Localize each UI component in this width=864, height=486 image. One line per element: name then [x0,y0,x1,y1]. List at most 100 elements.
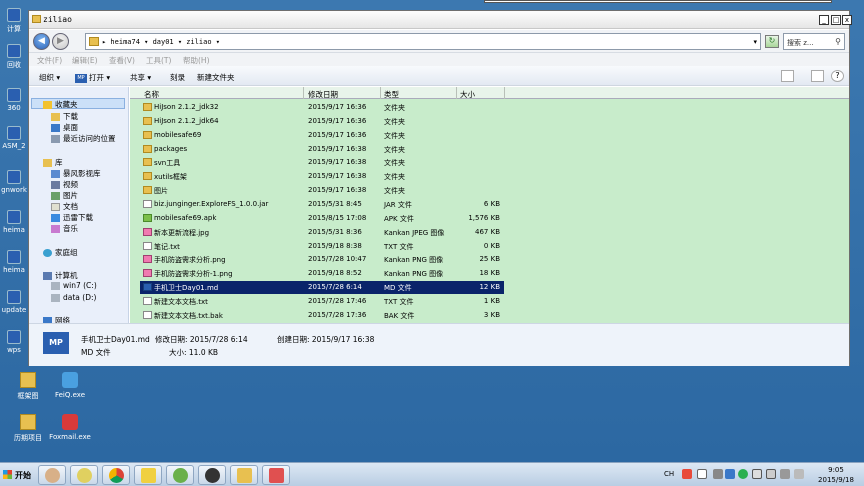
file-size: 0 KB [483,241,500,250]
new-folder-button[interactable]: 新建文件夹 [197,72,235,83]
start-button[interactable]: 开始 [2,466,34,484]
network-tray-icon[interactable] [780,469,790,479]
table-row[interactable]: HiJson 2.1.2_jdk64 2015/9/17 16:36 文件夹 [140,115,504,128]
nav-baofeng[interactable]: 暴风影视库 [51,168,101,179]
nav-library[interactable]: 库 [43,157,63,168]
table-row[interactable]: 笔记.txt 2015/9/18 8:38 TXT 文件 0 KB [140,240,504,253]
share-button[interactable]: 共享 ▾ [130,72,151,83]
close-button[interactable]: x [842,15,852,25]
desktop-icon-left[interactable]: 360 [0,88,28,112]
table-row[interactable]: mobilesafe69 2015/9/17 16:36 文件夹 [140,129,504,142]
open-button[interactable]: MP 打开 ▾ [75,72,110,83]
organize-button[interactable]: 组织 ▾ [39,72,60,83]
desktop-icon-left[interactable]: ASM_2 [0,126,28,150]
menu-view[interactable]: 查看(V) [109,55,135,66]
image-icon [143,269,152,278]
language-indicator[interactable]: CH [664,470,674,478]
nav-documents[interactable]: 文档 [51,201,78,212]
maximize-button[interactable]: □ [831,15,841,25]
view-options-icon[interactable] [781,70,794,82]
desktop-icon-left[interactable]: heima [0,210,28,234]
desktop-icon-left[interactable]: update [0,290,28,314]
table-row[interactable]: 手机卫士Day01.md 2015/7/28 6:14 MD 文件 12 KB [140,281,504,295]
search-input[interactable]: 搜索 z... ⚲ [783,33,845,50]
nav-downloads[interactable]: 下载 [51,111,78,122]
nav-xunlei[interactable]: 迅雷下载 [51,212,93,223]
column-date[interactable]: 修改日期 [308,89,338,100]
column-size[interactable]: 大小 [460,89,475,100]
taskbar-app-braces[interactable] [166,465,194,485]
md-icon [143,283,152,292]
drive-icon [51,282,60,290]
taskbar-app-paint[interactable] [70,465,98,485]
burn-button[interactable]: 刻录 [170,72,185,83]
app-icon [7,8,21,22]
security-icon[interactable] [738,469,748,479]
feiq-icon [62,372,78,388]
table-row[interactable]: 新建文本文档.txt.bak 2015/7/28 17:36 BAK 文件 3 KB [140,309,504,322]
table-row[interactable]: 新建文本文档.txt 2015/7/28 17:46 TXT 文件 1 KB [140,295,504,308]
sogou-icon[interactable] [682,469,692,479]
menu-file[interactable]: 文件(F) [37,55,62,66]
qq-icon[interactable] [697,469,707,479]
table-row[interactable]: mobilesafe69.apk 2015/8/15 17:08 APK 文件 1,5… [140,212,504,225]
table-row[interactable]: xutils框架 2015/9/17 16:38 文件夹 [140,170,504,183]
preview-pane-icon[interactable] [811,70,824,82]
table-row[interactable]: 新本更新流程.jpg 2015/5/31 8:36 Kankan JPEG 图像 46… [140,226,504,239]
taskbar-app-shield[interactable] [198,465,226,485]
chevron-down-icon[interactable]: ▾ [753,38,757,46]
table-row[interactable]: biz.junginger.ExploreFS_1.0.0.jar 2015/5/… [140,198,504,211]
table-row[interactable]: 手机防盗需求分析-1.png 2015/9/18 8:52 Kankan PNG 图… [140,267,504,280]
breadcrumb[interactable]: ▸ heima74 ▾ day01 ▾ ziliao ▾ [102,38,220,46]
taskbar-app-chrome[interactable] [102,465,130,485]
table-row[interactable]: svn工具 2015/9/17 16:38 文件夹 [140,156,504,169]
monitor-icon[interactable] [766,469,776,479]
nav-recent[interactable]: 最近访问的位置 [51,133,116,144]
desktop-icon-left[interactable]: 计算 [0,8,28,34]
file-type: 文件夹 [384,131,405,140]
taskbar-app-avatar[interactable] [38,465,66,485]
minimize-button[interactable]: _ [819,15,829,25]
nav-music[interactable]: 音乐 [51,223,78,234]
table-row[interactable]: 图片 2015/9/17 16:38 文件夹 [140,184,504,197]
file-size: 12 KB [479,283,500,292]
column-header: 名称 修改日期 类型 大小 [130,87,849,99]
menu-edit[interactable]: 编辑(E) [72,55,98,66]
tray-arrow-icon[interactable] [725,469,735,479]
volume-icon[interactable] [794,469,804,479]
taskbar-app-folder[interactable] [134,465,162,485]
nav-drive-d[interactable]: data (D:) [51,293,96,302]
nav-videos[interactable]: 视频 [51,179,78,190]
help-icon[interactable]: ? [831,70,844,82]
nav-pictures[interactable]: 图片 [51,190,78,201]
taskbar-app-eraser[interactable] [262,465,290,485]
nav-computer[interactable]: 计算机 [43,270,78,281]
desktop-icon-left[interactable]: heima [0,250,28,274]
desktop-icon-left[interactable]: gnwork [0,170,28,194]
refresh-button[interactable]: ↻ [765,35,779,48]
forward-button[interactable]: ▶ [52,33,69,50]
usb-icon[interactable] [713,469,723,479]
address-bar[interactable]: ▸ heima74 ▾ day01 ▾ ziliao ▾ ▾ [85,33,761,50]
nav-drive-c[interactable]: win7 (C:) [51,281,97,290]
desktop-icon-feiq[interactable]: FeiQ.exe [42,372,98,399]
table-row[interactable]: packages 2015/9/17 16:38 文件夹 [140,143,504,156]
table-row[interactable]: HiJson 2.1.2_jdk32 2015/9/17 16:36 文件夹 [140,101,504,114]
clock[interactable]: 9:05 2015/9/18 [812,465,860,485]
taskbar-app-explorer[interactable] [230,465,258,485]
desktop-icon-foxmail[interactable]: Foxmail.exe [42,414,98,441]
column-type[interactable]: 类型 [384,89,399,100]
flag-icon[interactable] [752,469,762,479]
nav-favorites[interactable]: 收藏夹 [43,99,78,110]
nav-desktop[interactable]: 桌面 [51,122,78,133]
back-button[interactable]: ◀ [33,33,50,50]
menu-help[interactable]: 帮助(H) [183,55,210,66]
desktop-icon-left[interactable]: 回收 [0,44,28,70]
table-row[interactable]: 手机防盗需求分析.png 2015/7/28 10:47 Kankan PNG 图像… [140,253,504,266]
nav-homegroup[interactable]: 家庭组 [43,247,78,258]
detail-created: 创建日期: 2015/9/17 16:38 [277,335,375,344]
title-bar[interactable]: ziliao _ □ x [29,11,852,29]
menu-tools[interactable]: 工具(T) [146,55,171,66]
desktop-icon-left[interactable]: wps [0,330,28,354]
column-name[interactable]: 名称 [144,89,159,100]
